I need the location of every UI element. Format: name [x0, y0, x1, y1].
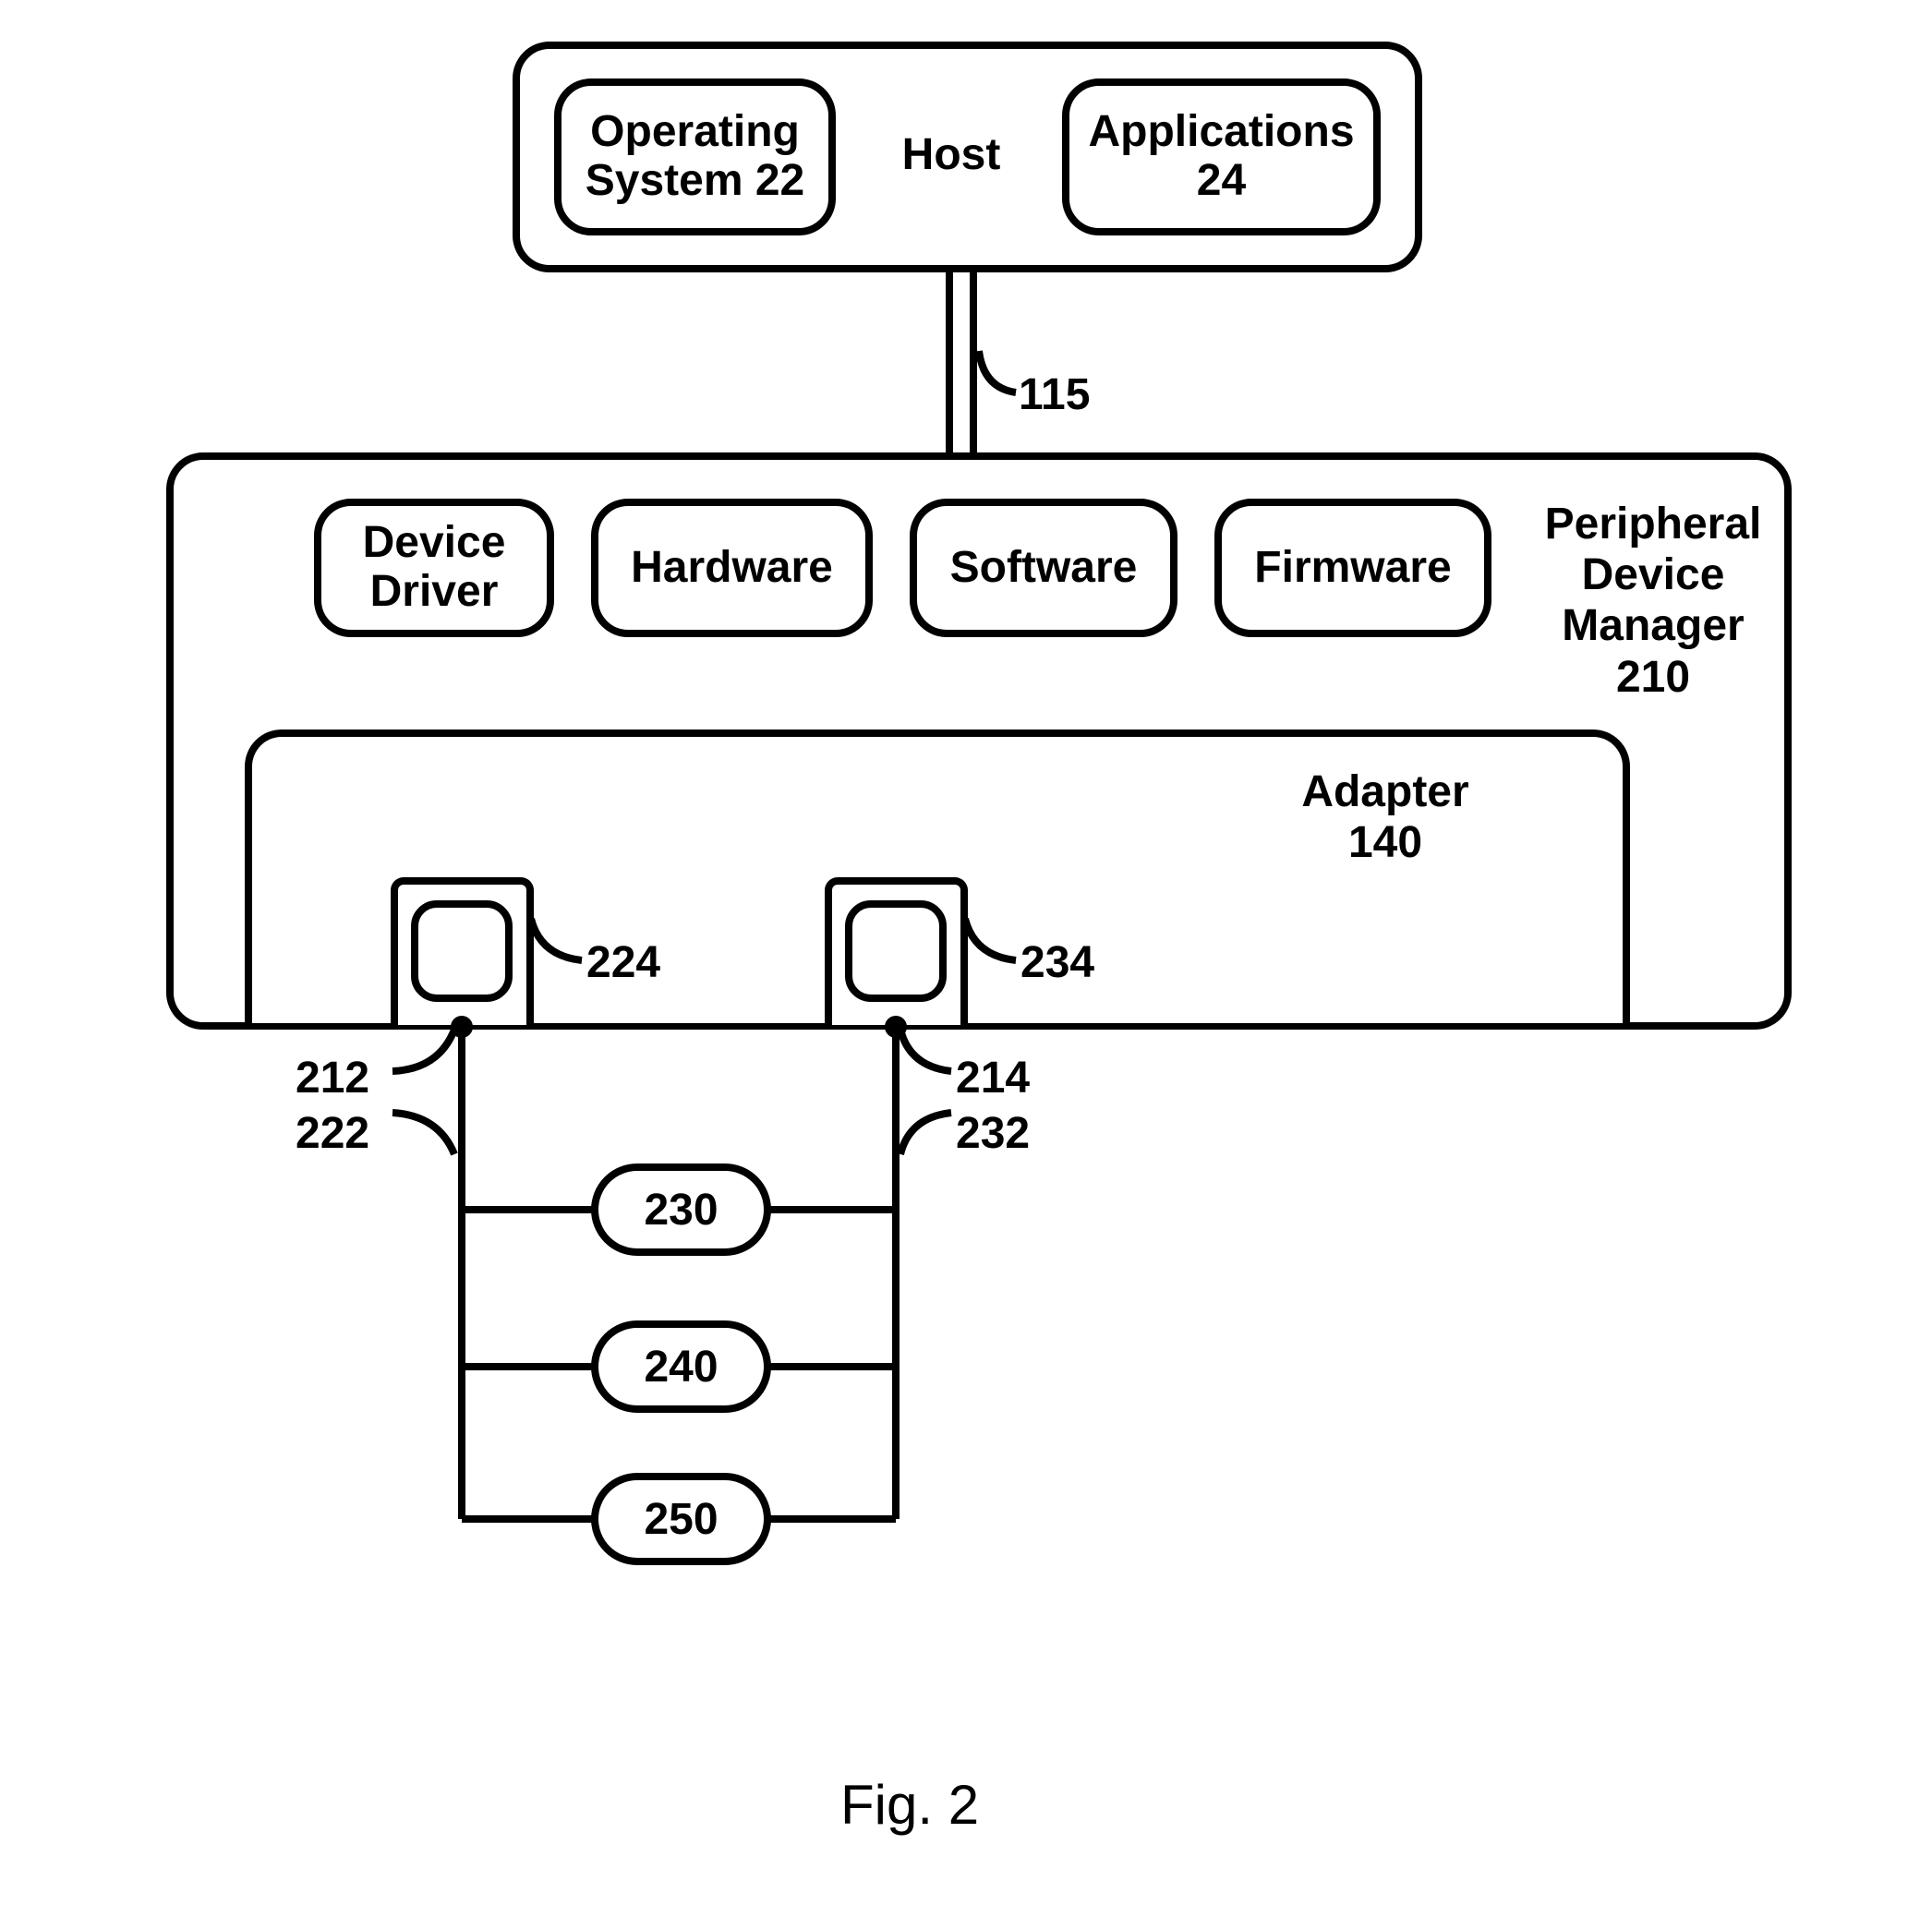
diagram-canvas: Operating System 22 Host Applications 24… — [0, 0, 1932, 1917]
port-b-inner — [845, 900, 947, 1002]
adapter-label: Adapter 140 — [1274, 766, 1496, 868]
software-box: Software — [910, 499, 1177, 637]
label-232: 232 — [956, 1108, 1030, 1159]
node-250-label: 250 — [644, 1494, 718, 1545]
device-driver-label: Device Driver — [321, 519, 547, 617]
os-label: Operating System 22 — [561, 108, 828, 206]
rung-230-l — [462, 1206, 596, 1213]
label-224: 224 — [586, 937, 660, 988]
node-250: 250 — [591, 1473, 771, 1565]
host-label: Host — [887, 129, 1016, 180]
node-230: 230 — [591, 1163, 771, 1256]
port-a-inner — [411, 900, 513, 1002]
firmware-box: Firmware — [1214, 499, 1491, 637]
label-222: 222 — [296, 1108, 369, 1159]
rung-240-l — [462, 1363, 596, 1370]
hardware-box: Hardware — [591, 499, 873, 637]
label-115: 115 — [1019, 369, 1090, 420]
label-234: 234 — [1020, 937, 1094, 988]
pdm-label: Peripheral Device Manager 210 — [1538, 499, 1769, 703]
rung-240-r — [767, 1363, 896, 1370]
os-box: Operating System 22 — [554, 78, 836, 235]
link-line-l — [946, 272, 953, 453]
node-240: 240 — [591, 1320, 771, 1413]
node-240-label: 240 — [644, 1342, 718, 1393]
firmware-label: Firmware — [1254, 544, 1451, 593]
apps-box: Applications 24 — [1062, 78, 1381, 235]
link-line-r — [970, 272, 977, 453]
label-214: 214 — [956, 1053, 1030, 1103]
rung-250-r — [767, 1515, 896, 1523]
node-230-label: 230 — [644, 1185, 718, 1236]
apps-label: Applications 24 — [1069, 108, 1373, 206]
label-212: 212 — [296, 1053, 369, 1103]
leader-222 — [388, 1108, 462, 1163]
leader-212 — [388, 1025, 462, 1080]
hardware-label: Hardware — [631, 544, 833, 593]
software-label: Software — [950, 544, 1138, 593]
device-driver-box: Device Driver — [314, 499, 554, 637]
rung-230-r — [767, 1206, 896, 1213]
figure-caption: Fig. 2 — [840, 1773, 979, 1837]
rung-250-l — [462, 1515, 596, 1523]
bus-left — [458, 1030, 465, 1519]
bus-right — [892, 1030, 900, 1519]
